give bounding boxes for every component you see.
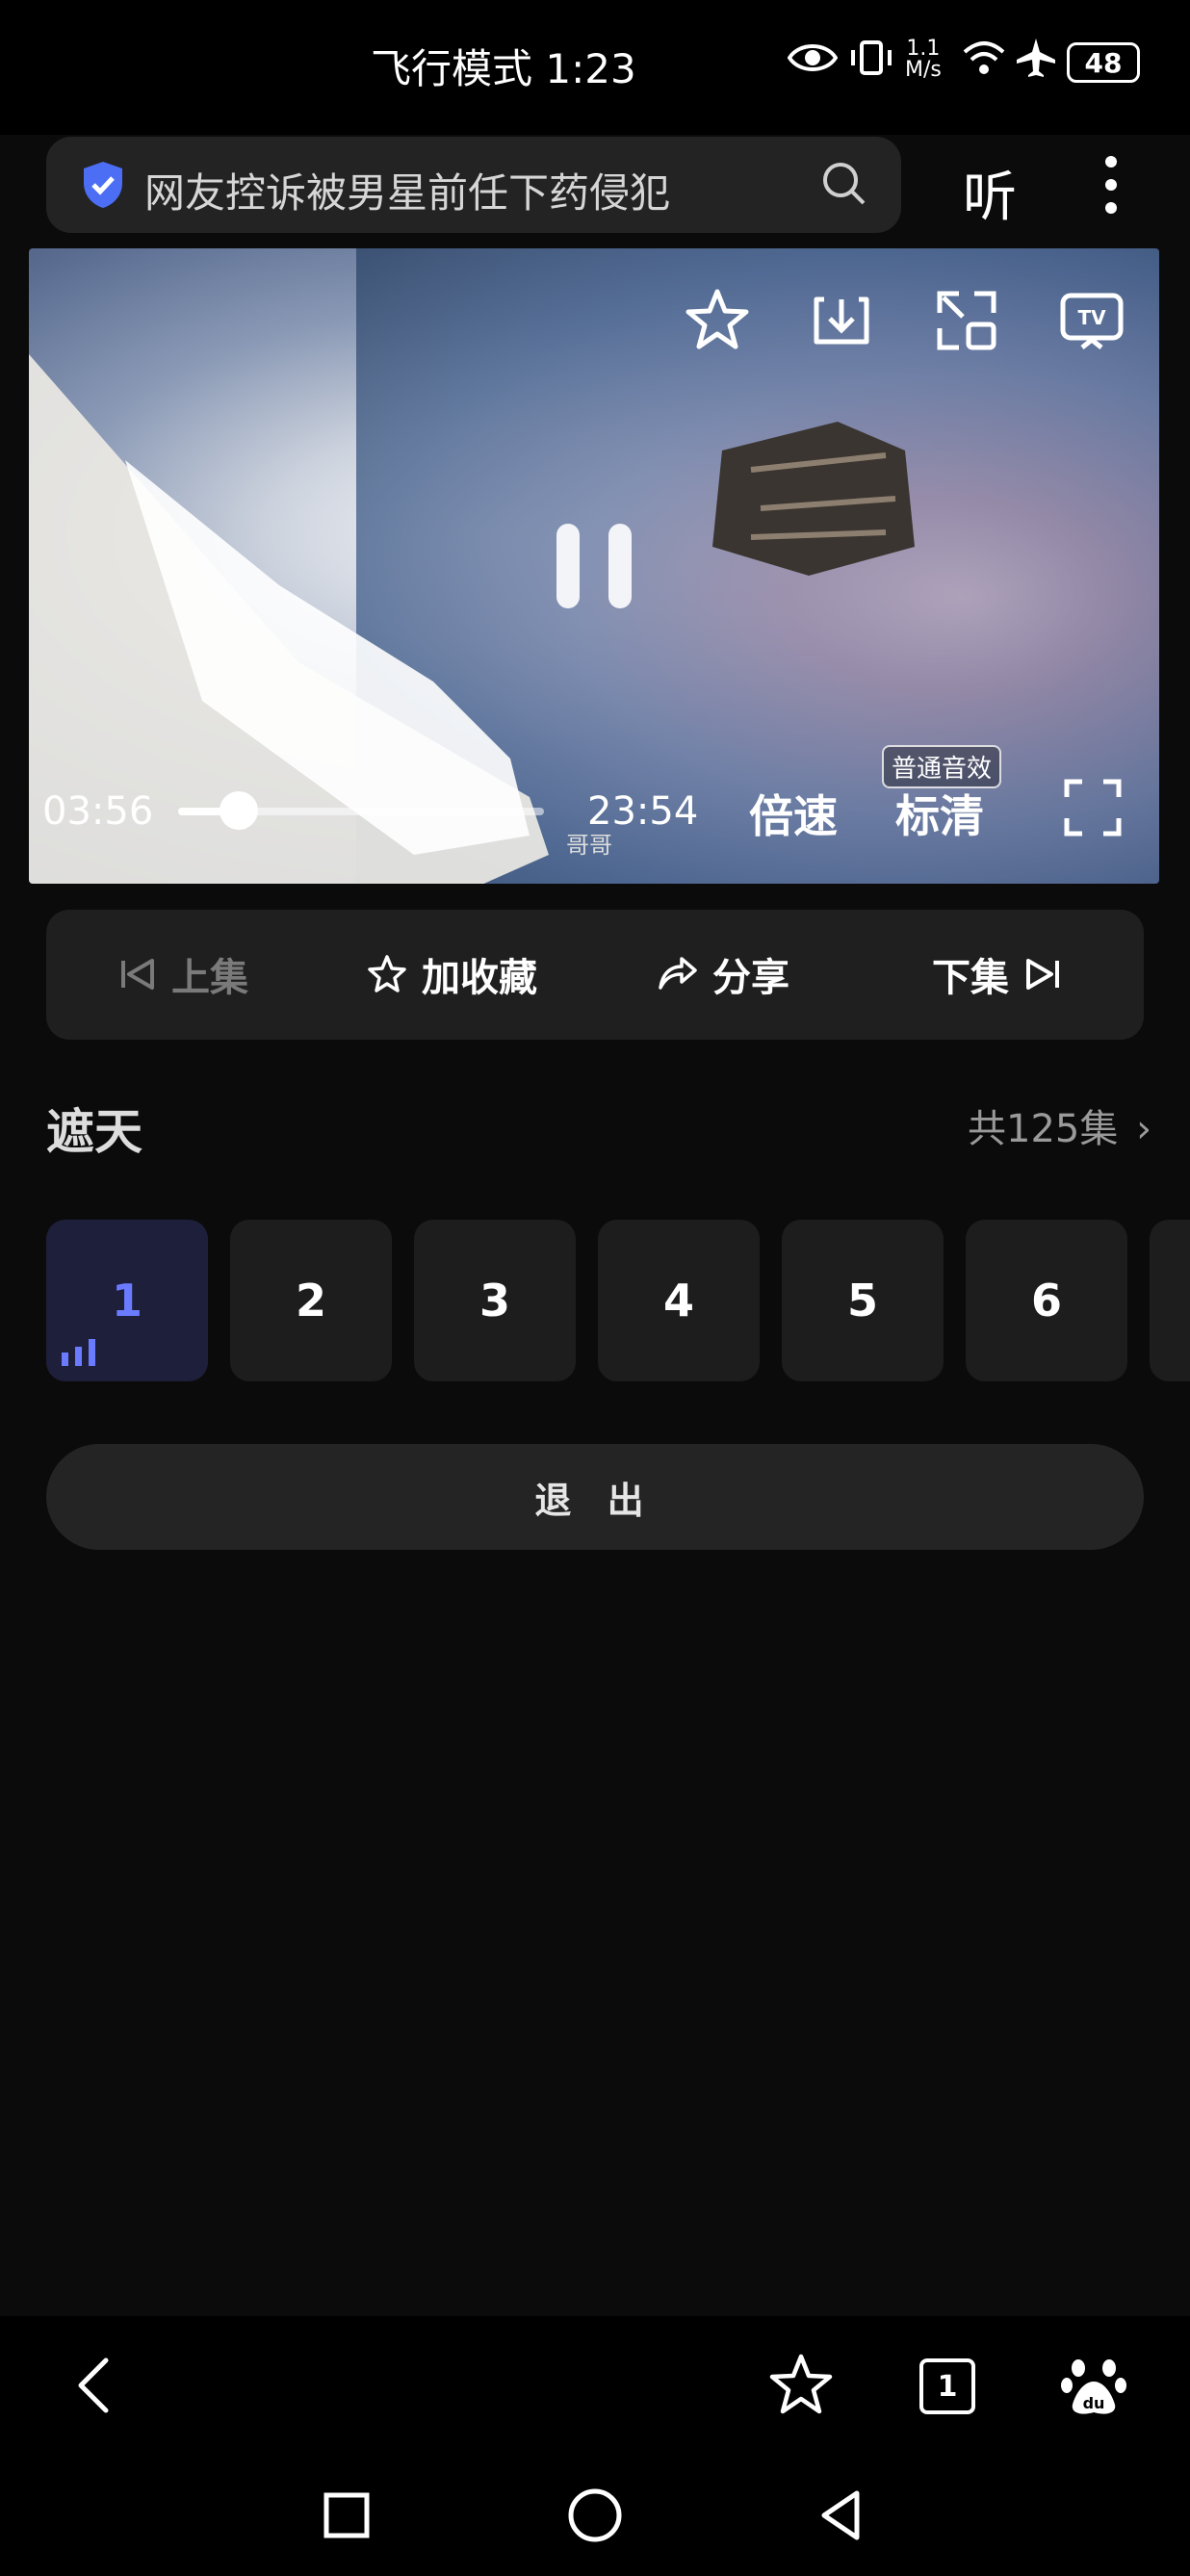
home-icon[interactable]: [563, 2484, 627, 2547]
episode-number: 3: [479, 1275, 510, 1327]
share-label: 分享: [712, 956, 789, 1000]
chevron-right-icon: ›: [1136, 1107, 1152, 1151]
airplane-icon: [1017, 39, 1055, 77]
add-favorite-label: 加收藏: [422, 956, 537, 1000]
episode-4-button[interactable]: 4: [598, 1220, 760, 1381]
favorite-star-icon[interactable]: [683, 286, 752, 355]
skip-next-icon: [1026, 959, 1059, 990]
download-icon[interactable]: [807, 286, 876, 355]
episode-1-button[interactable]: 1: [46, 1220, 208, 1381]
battery-level: 48: [1084, 46, 1123, 79]
star-icon: [368, 955, 406, 992]
svg-text:TV: TV: [1077, 306, 1106, 329]
picture-in-picture-icon[interactable]: [932, 286, 1001, 355]
baidu-paw-icon[interactable]: du: [1057, 2349, 1130, 2422]
playback-speed-button[interactable]: 倍速: [749, 782, 838, 845]
episode-3-button[interactable]: 3: [414, 1220, 576, 1381]
skip-previous-icon: [121, 959, 154, 990]
svg-text:du: du: [1083, 2394, 1105, 2412]
bookmark-star-icon[interactable]: [764, 2349, 838, 2422]
progress-knob[interactable]: [219, 791, 258, 830]
share-icon: [659, 957, 697, 990]
nav-back-icon[interactable]: [811, 2484, 874, 2547]
episode-number: 5: [846, 1275, 878, 1327]
previous-episode-button[interactable]: 上集: [116, 946, 248, 1002]
series-title: 遮天: [46, 1104, 142, 1160]
share-button[interactable]: 分享: [657, 946, 789, 1002]
status-mode-time: 飞行模式 1:23: [371, 45, 636, 92]
episode-count-link[interactable]: 共125集 ›: [968, 1097, 1151, 1153]
tabs-count: 1: [937, 2369, 958, 2404]
episode-2-button[interactable]: 2: [230, 1220, 392, 1381]
video-subtitle: 哥哥: [566, 832, 612, 859]
tabs-button[interactable]: 1: [919, 2358, 975, 2414]
back-icon[interactable]: [58, 2349, 131, 2422]
playing-bars-icon: [62, 1339, 95, 1366]
episode-number: 4: [662, 1275, 694, 1327]
search-query[interactable]: 网友控诉被男星前任下药侵犯: [144, 161, 670, 219]
battery-icon: 48: [1067, 42, 1140, 83]
pause-icon[interactable]: [553, 520, 635, 612]
network-speed: 1.1 M/s: [905, 37, 942, 82]
quality-button[interactable]: 标清: [895, 782, 984, 845]
previous-episode-label: 上集: [171, 956, 248, 1000]
bottom-toolbar: [0, 2316, 1190, 2455]
listen-button[interactable]: 听: [963, 154, 1017, 232]
next-episode-button[interactable]: 下集: [932, 946, 1065, 1002]
search-icon[interactable]: [820, 160, 868, 208]
recent-apps-icon[interactable]: [315, 2484, 378, 2547]
episode-number: 6: [1030, 1275, 1062, 1327]
tv-cast-icon[interactable]: TV: [1057, 286, 1126, 355]
video-frame-spaceship: [712, 422, 915, 576]
episode-next-partial[interactable]: [1150, 1220, 1190, 1381]
episode-count: 共125集: [968, 1107, 1119, 1151]
episode-6-button[interactable]: 6: [966, 1220, 1127, 1381]
shield-icon: [84, 162, 122, 208]
add-favorite-button[interactable]: 加收藏: [366, 946, 537, 1002]
next-episode-label: 下集: [932, 956, 1009, 1000]
more-menu-icon[interactable]: [1098, 154, 1125, 216]
current-time: 03:56: [42, 789, 154, 834]
episode-5-button[interactable]: 5: [782, 1220, 944, 1381]
eye-icon: [788, 44, 838, 71]
wifi-icon: [963, 41, 1005, 74]
vibrate-icon: [851, 40, 892, 75]
fullscreen-icon[interactable]: [1063, 778, 1123, 837]
episode-number: 1: [111, 1275, 142, 1327]
exit-button[interactable]: 退 出: [46, 1444, 1144, 1550]
episode-number: 2: [295, 1275, 326, 1327]
